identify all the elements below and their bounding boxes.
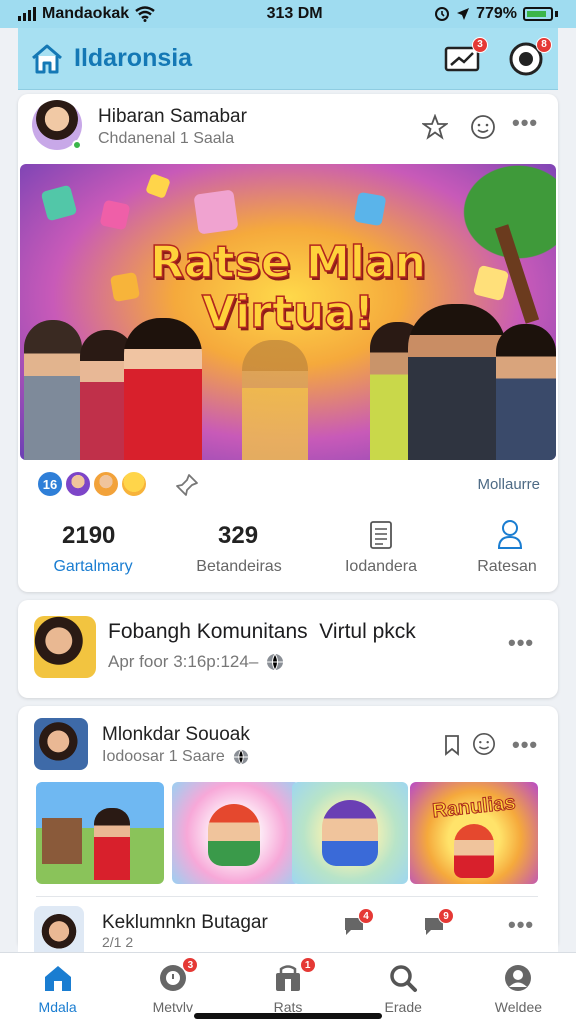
search-icon — [390, 965, 418, 992]
person-figure — [242, 340, 308, 460]
nav-badge: 1 — [299, 957, 316, 973]
person-figure — [124, 318, 202, 460]
battery-percent: 779% — [476, 5, 517, 22]
profile-button[interactable]: 8 — [506, 36, 552, 79]
online-indicator — [72, 140, 82, 150]
post-card: Keklumnkn Butagar 2/1 2 4 9 ••• — [18, 900, 558, 952]
cartoon-figure — [322, 800, 378, 866]
reaction-avatar[interactable] — [120, 470, 148, 498]
status-time: 313 DM — [266, 5, 323, 22]
person-figure — [496, 324, 556, 460]
notifications-button[interactable]: 3 — [442, 36, 488, 79]
nav-label: Erade — [384, 999, 422, 1015]
thumbnail-image[interactable] — [36, 782, 164, 884]
share-badge: 9 — [438, 908, 454, 924]
more-options-button[interactable]: ••• — [508, 912, 534, 938]
reaction-avatar[interactable] — [92, 470, 120, 498]
person-figure — [24, 320, 82, 460]
cartoon-figure — [454, 824, 494, 878]
home-icon — [44, 966, 71, 991]
share-button[interactable]: 9 — [422, 908, 454, 938]
alarm-icon — [435, 7, 450, 21]
post-author[interactable]: Mlonkdar Souoak — [102, 724, 250, 746]
cartoon-figure — [208, 804, 260, 866]
profile-badge: 8 — [536, 36, 552, 53]
post-title[interactable]: Fobangh Komunitans Virtul pkck — [108, 620, 416, 644]
thumbnail-image[interactable]: Ranulias — [410, 782, 538, 884]
emoji-icon[interactable] — [472, 732, 496, 756]
more-options-button[interactable]: ••• — [512, 110, 538, 136]
star-icon[interactable] — [422, 114, 448, 140]
document-icon[interactable] — [368, 520, 394, 550]
child-figure — [94, 808, 130, 880]
app-title: Ildaronsia — [74, 44, 193, 72]
location-icon — [457, 8, 470, 20]
comment-badge: 4 — [358, 908, 374, 924]
avatar[interactable] — [34, 616, 96, 678]
bookmark-icon[interactable] — [442, 734, 462, 756]
post-author[interactable]: Hibaran Samabar — [98, 106, 247, 128]
post-card: Hibaran Samabar Chdanenal 1 Saala ••• Ra… — [18, 94, 558, 592]
post-banner-image[interactable]: Ratse Mlan Virtua! — [20, 164, 556, 460]
battery-icon — [523, 7, 553, 21]
reaction-bubble[interactable]: 16 — [36, 470, 64, 498]
banner-title-line-1: Ratse Mlan — [149, 237, 426, 289]
post-card: Fobangh Komunitans Virtul pkck Apr foor … — [18, 600, 558, 698]
person-figure — [408, 304, 506, 460]
nav-label: Weldee — [494, 999, 543, 1015]
divider — [36, 896, 538, 897]
floating-tile — [353, 191, 387, 227]
stat-label[interactable]: Iodandera — [316, 558, 446, 576]
avatar[interactable] — [34, 906, 84, 952]
stat-label[interactable]: Ratesan — [442, 558, 572, 576]
more-options-button[interactable]: ••• — [512, 732, 538, 758]
floating-tile — [40, 184, 78, 222]
stat-label[interactable]: Betandeiras — [174, 558, 304, 576]
post-author[interactable]: Keklumnkn Butagar — [102, 912, 268, 934]
thumbnail-text: Ranulias — [431, 791, 517, 823]
person-icon[interactable] — [496, 518, 524, 550]
post-meta: Apr foor 3:16p:124– — [108, 652, 259, 671]
store-icon — [276, 965, 300, 991]
floating-tile — [99, 199, 131, 231]
nav-label: Metvlv — [152, 999, 194, 1015]
thumbnail-image[interactable] — [172, 782, 300, 884]
pin-icon[interactable] — [174, 472, 200, 498]
post-meta: 2/1 2 — [102, 934, 134, 950]
profile-icon — [505, 965, 532, 991]
carrier-name: Mandaokak — [42, 5, 130, 22]
nav-label: Mdala — [38, 999, 77, 1015]
more-link[interactable]: Mollaurre — [477, 476, 540, 493]
thumbnail-image[interactable] — [292, 782, 408, 884]
stat-value: 329 — [218, 522, 259, 549]
home-indicator[interactable] — [194, 1013, 382, 1019]
app-bar: Ildaronsia 3 8 — [18, 28, 558, 90]
post-meta: Chdanenal 1 Saala — [98, 130, 235, 147]
stat-value: 2190 — [62, 522, 116, 549]
globe-icon — [267, 653, 284, 671]
stat-label[interactable]: Gartalmary — [28, 558, 158, 576]
reaction-avatar[interactable] — [64, 470, 92, 498]
nav-home[interactable]: Mdala — [0, 953, 115, 1024]
nav-profile[interactable]: Weldee — [461, 953, 576, 1024]
globe-icon — [233, 749, 248, 765]
wifi-icon — [135, 6, 155, 22]
comment-button[interactable]: 4 — [342, 908, 374, 938]
avatar[interactable] — [34, 718, 88, 770]
more-options-button[interactable]: ••• — [508, 630, 534, 656]
home-icon[interactable] — [30, 43, 64, 75]
signal-icon — [18, 7, 36, 21]
post-meta: Iodoosar 1 Saare — [102, 748, 225, 765]
nav-badge: 3 — [182, 957, 199, 973]
house-shape — [42, 818, 82, 864]
status-bar: Mandaokak 313 DM 779% — [0, 0, 576, 28]
floating-tile — [193, 189, 239, 235]
emoji-icon[interactable] — [470, 114, 496, 140]
floating-tile — [145, 173, 171, 199]
notifications-badge: 3 — [472, 36, 488, 53]
